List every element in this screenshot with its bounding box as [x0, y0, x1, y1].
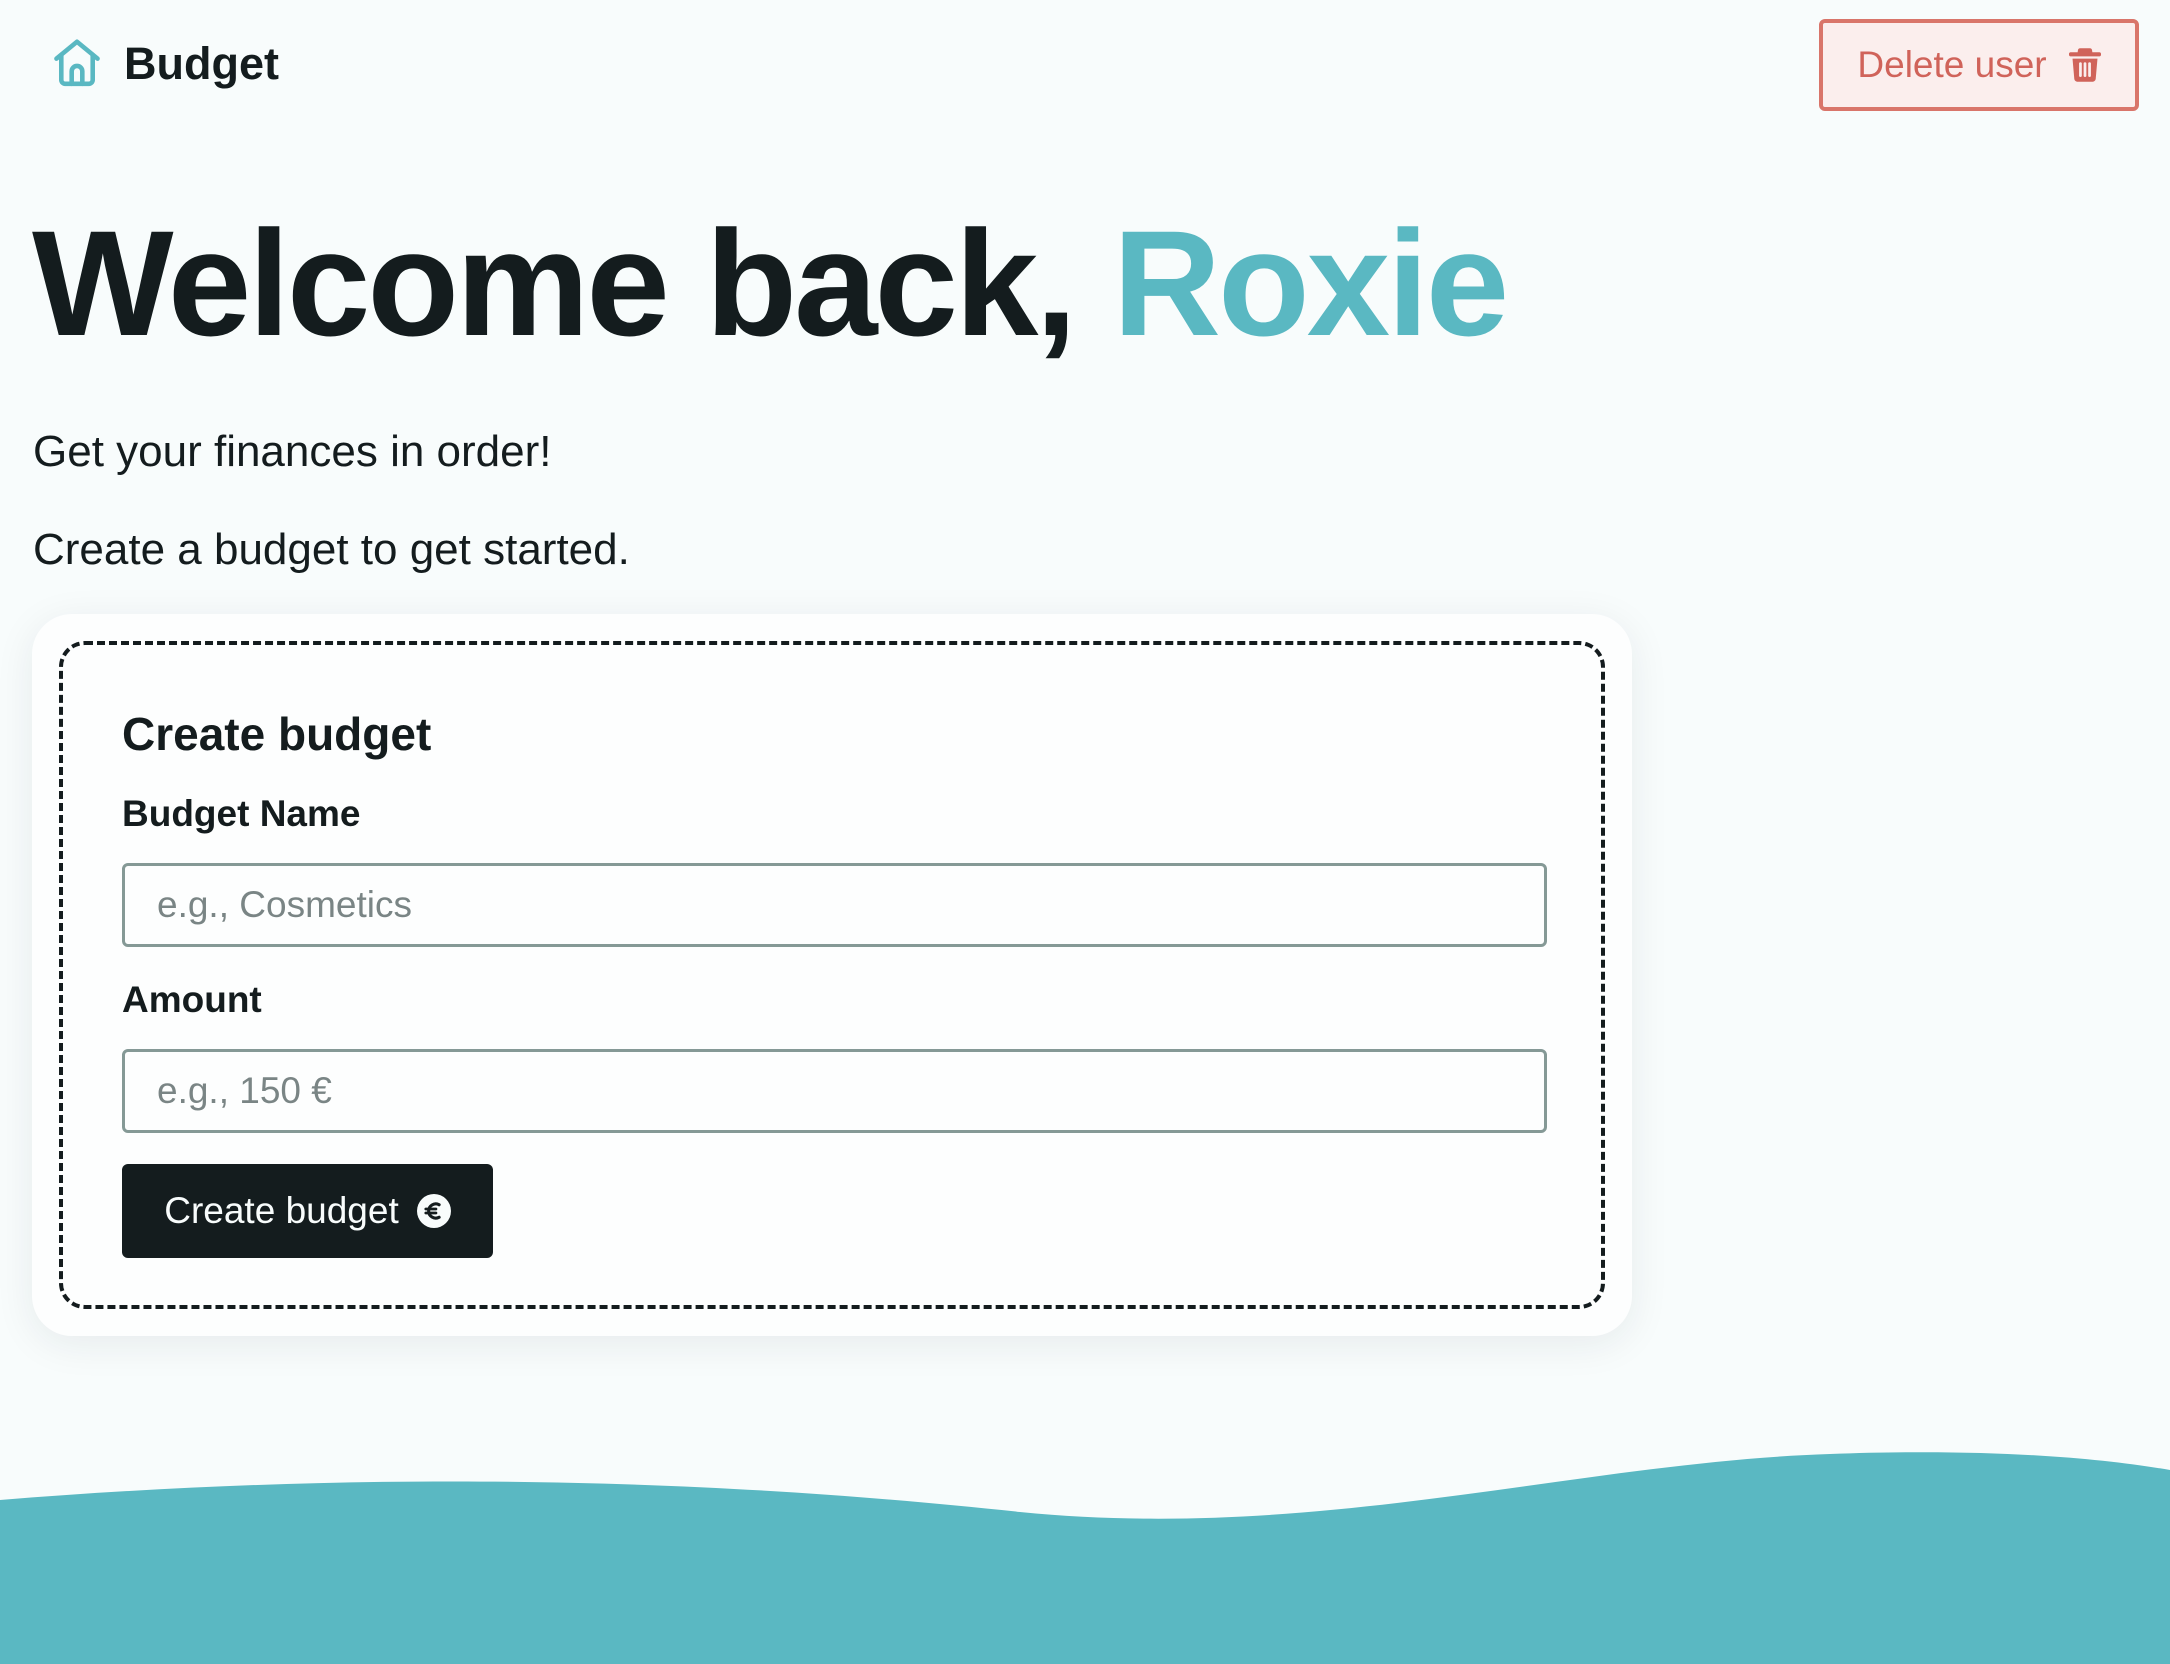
amount-input[interactable]: [122, 1049, 1547, 1133]
welcome-heading: Welcome back, Roxie: [32, 208, 1509, 358]
budget-name-label: Budget Name: [122, 793, 361, 834]
delete-user-label: Delete user: [1857, 44, 2047, 85]
create-budget-label: Create budget: [164, 1190, 399, 1231]
form-title: Create budget: [122, 708, 432, 760]
amount-label: Amount: [122, 979, 262, 1020]
create-budget-button[interactable]: Create budget: [122, 1164, 493, 1258]
intro-subtext: Create a budget to get started.: [33, 525, 630, 574]
welcome-greeting: Welcome back,: [32, 199, 1077, 367]
top-navigation: Budget Delete user: [0, 0, 2170, 134]
footer-wave: [0, 1452, 2170, 1664]
trash-icon: [2068, 47, 2101, 83]
budget-name-input[interactable]: [122, 863, 1547, 947]
create-budget-form: Create budget Budget Name Amount Create …: [59, 641, 1605, 1309]
brand-name: Budget: [124, 37, 279, 89]
create-budget-card: Create budget Budget Name Amount Create …: [32, 614, 1632, 1336]
user-name: Roxie: [1112, 199, 1509, 367]
home-icon: [48, 34, 106, 92]
delete-user-button[interactable]: Delete user: [1819, 19, 2139, 111]
euro-icon: [416, 1194, 451, 1228]
home-link[interactable]: Budget: [48, 34, 279, 92]
intro-text: Get your finances in order!: [33, 427, 552, 476]
